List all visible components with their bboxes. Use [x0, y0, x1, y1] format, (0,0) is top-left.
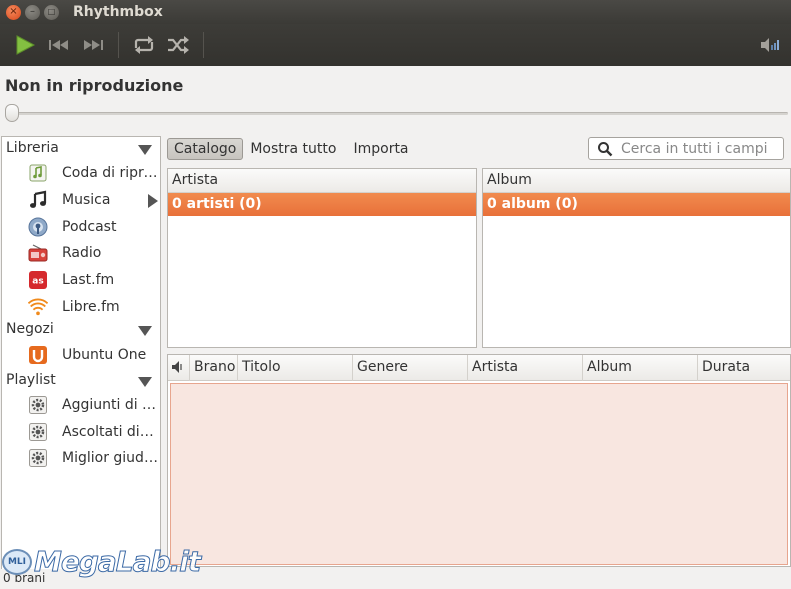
svg-text:as: as: [32, 277, 43, 287]
show-all-button[interactable]: Mostra tutto: [244, 139, 342, 159]
close-icon: ×: [9, 6, 18, 17]
artist-row-all[interactable]: 0 artisti (0): [168, 193, 476, 216]
title-bar: × – □ Rhythmbox: [0, 0, 791, 24]
minimize-icon: –: [30, 6, 35, 17]
import-button[interactable]: Importa: [347, 139, 414, 159]
gear-icon: [28, 422, 48, 442]
maximize-window-button[interactable]: □: [44, 4, 59, 20]
duration-column-header[interactable]: Durata: [698, 355, 790, 381]
main-area: Non in riproduzione Libreria Coda di rip…: [0, 66, 791, 589]
expand-arrow-icon[interactable]: [148, 194, 158, 208]
shuffle-button[interactable]: [161, 30, 195, 60]
lastfm-icon: as: [28, 270, 48, 290]
volume-button[interactable]: [757, 30, 785, 60]
shuffle-icon: [168, 36, 189, 54]
catalog-button[interactable]: Catalogo: [167, 138, 244, 160]
gear-icon: [28, 448, 48, 468]
now-playing-title: Non in riproduzione: [5, 76, 184, 95]
collapse-arrow-icon[interactable]: [138, 326, 152, 336]
repeat-icon: [134, 36, 154, 54]
collapse-arrow-icon[interactable]: [138, 377, 152, 387]
search-icon: [598, 141, 613, 156]
artist-column-header[interactable]: Artista: [468, 355, 583, 381]
album-pane: Album 0 album (0): [482, 168, 791, 348]
sidebar-item-top-rated[interactable]: Miglior giudizio: [2, 445, 160, 471]
sidebar-item-lastfm[interactable]: as Last.fm: [2, 267, 160, 293]
watermark-text: MegaLab.it: [33, 545, 201, 579]
sidebar-section-negozi[interactable]: Negozi: [6, 321, 54, 337]
watermark-logo: MLI: [2, 548, 32, 575]
album-column-header[interactable]: Album: [583, 355, 698, 381]
sidebar-item-librefm[interactable]: Libre.fm: [2, 294, 160, 320]
playing-column-header[interactable]: [168, 355, 190, 381]
album-row-all[interactable]: 0 album (0): [483, 193, 790, 216]
collapse-arrow-icon[interactable]: [138, 145, 152, 155]
close-window-button[interactable]: ×: [6, 4, 21, 20]
track-list: Brano Titolo Genere Artista Album Durata: [167, 354, 791, 567]
sidebar-item-queue[interactable]: Coda di riproduzione: [2, 160, 160, 186]
play-button[interactable]: [8, 30, 42, 60]
toolbar-separator: [118, 32, 119, 58]
track-number-column-header[interactable]: Brano: [190, 355, 238, 381]
sidebar-item-recently-added[interactable]: Aggiunti di recente: [2, 392, 160, 418]
artist-pane: Artista 0 artisti (0): [167, 168, 477, 348]
play-icon: [16, 35, 36, 55]
browser-bar: Catalogo Mostra tutto Importa: [167, 136, 416, 162]
maximize-icon: □: [47, 7, 56, 16]
player-toolbar: [0, 24, 791, 66]
genre-column-header[interactable]: Genere: [353, 355, 468, 381]
seek-slider[interactable]: [8, 112, 788, 115]
gear-icon: [28, 395, 48, 415]
sidebar-item-music[interactable]: Musica: [2, 187, 160, 213]
watermark: MLI MegaLab.it: [2, 545, 202, 579]
ubuntu-one-icon: [28, 345, 48, 365]
sidebar-item-recently-played[interactable]: Ascoltati di recente: [2, 419, 160, 445]
window-title: Rhythmbox: [73, 4, 163, 20]
sidebar-item-radio[interactable]: Radio: [2, 240, 160, 266]
minimize-window-button[interactable]: –: [25, 4, 40, 20]
speaker-icon: [172, 361, 182, 373]
track-list-body[interactable]: [170, 383, 788, 565]
next-button[interactable]: [76, 30, 110, 60]
repeat-button[interactable]: [127, 30, 161, 60]
queue-icon: [28, 163, 48, 183]
next-icon: [84, 40, 103, 50]
search-placeholder: Cerca in tutti i campi: [621, 140, 768, 157]
track-list-header: Brano Titolo Genere Artista Album Durata: [168, 355, 790, 381]
radio-icon: [28, 243, 48, 263]
volume-icon: [761, 38, 779, 52]
toolbar-separator: [203, 32, 204, 58]
album-column-header[interactable]: Album: [483, 169, 790, 193]
title-column-header[interactable]: Titolo: [238, 355, 353, 381]
sidebar-item-podcast[interactable]: Podcast: [2, 214, 160, 240]
seek-slider-handle[interactable]: [5, 104, 19, 122]
sidebar-section-playlist[interactable]: Playlist: [6, 372, 56, 388]
previous-icon: [49, 40, 68, 50]
previous-button[interactable]: [42, 30, 76, 60]
artist-column-header[interactable]: Artista: [168, 169, 476, 193]
sidebar: Libreria Coda di riproduzione Musica Pod…: [1, 136, 161, 570]
sidebar-section-libreria[interactable]: Libreria: [6, 140, 59, 156]
sidebar-item-ubuntu-one[interactable]: Ubuntu One: [2, 342, 160, 368]
podcast-icon: [28, 217, 48, 237]
music-note-icon: [28, 190, 48, 210]
librefm-icon: [28, 297, 48, 317]
search-input[interactable]: Cerca in tutti i campi: [588, 137, 784, 160]
